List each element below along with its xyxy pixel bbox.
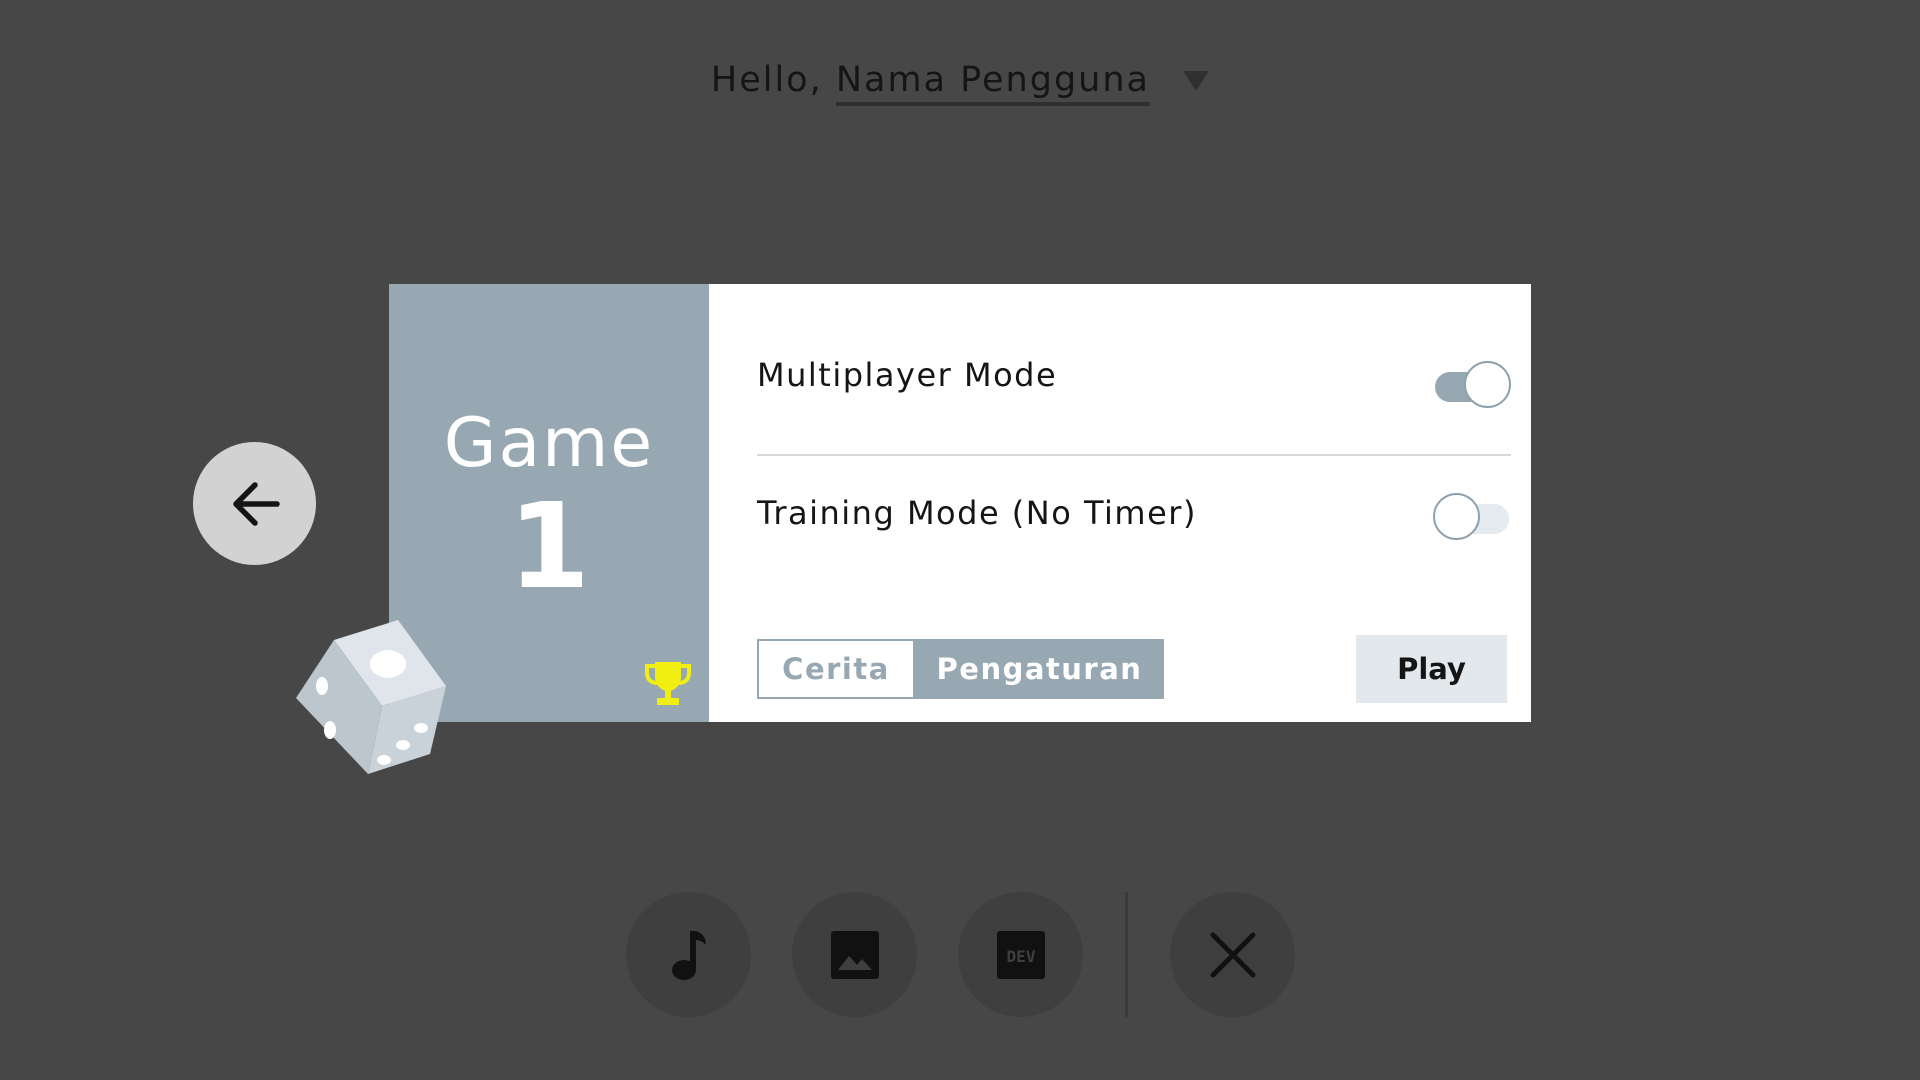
toggle-knob (1464, 361, 1511, 408)
dev-icon: DEV (996, 930, 1045, 979)
image-button[interactable] (792, 892, 917, 1017)
greeting-header: Hello, Nama Pengguna (0, 60, 1920, 106)
training-mode-toggle[interactable] (1433, 492, 1511, 544)
arrow-left-icon (232, 481, 280, 526)
close-button[interactable] (1170, 892, 1295, 1017)
play-button[interactable]: Play (1356, 635, 1507, 703)
trophy-icon (645, 662, 691, 705)
user-dropdown-caret-icon[interactable] (1183, 71, 1210, 91)
dev-button[interactable]: DEV (958, 892, 1083, 1017)
image-icon (830, 930, 879, 979)
game-card: Game 1 Multiplayer Mode Training Mode (N… (389, 284, 1531, 722)
card-tabs: Cerita Pengaturan (757, 639, 1164, 699)
multiplayer-mode-label: Multiplayer Mode (757, 356, 1058, 394)
music-note-icon (671, 930, 706, 980)
back-button[interactable] (193, 442, 316, 565)
multiplayer-mode-toggle[interactable] (1433, 360, 1511, 412)
setting-training-mode: Training Mode (No Timer) (757, 474, 1511, 564)
dev-icon-label: DEV (1006, 947, 1035, 966)
username-link[interactable]: Nama Pengguna (835, 60, 1150, 106)
training-mode-label: Training Mode (No Timer) (757, 494, 1197, 532)
greeting-prefix: Hello, (710, 60, 823, 100)
tab-cerita[interactable]: Cerita (757, 639, 915, 699)
tab-pengaturan[interactable]: Pengaturan (915, 639, 1164, 699)
game-title: Game (443, 404, 655, 483)
game-number: 1 (507, 477, 591, 615)
setting-multiplayer-mode: Multiplayer Mode (757, 334, 1511, 456)
toggle-knob (1433, 493, 1480, 540)
close-icon (1210, 932, 1255, 977)
dice-icon (296, 620, 446, 774)
bottom-bar-divider (1125, 892, 1128, 1017)
music-button[interactable] (626, 892, 751, 1017)
